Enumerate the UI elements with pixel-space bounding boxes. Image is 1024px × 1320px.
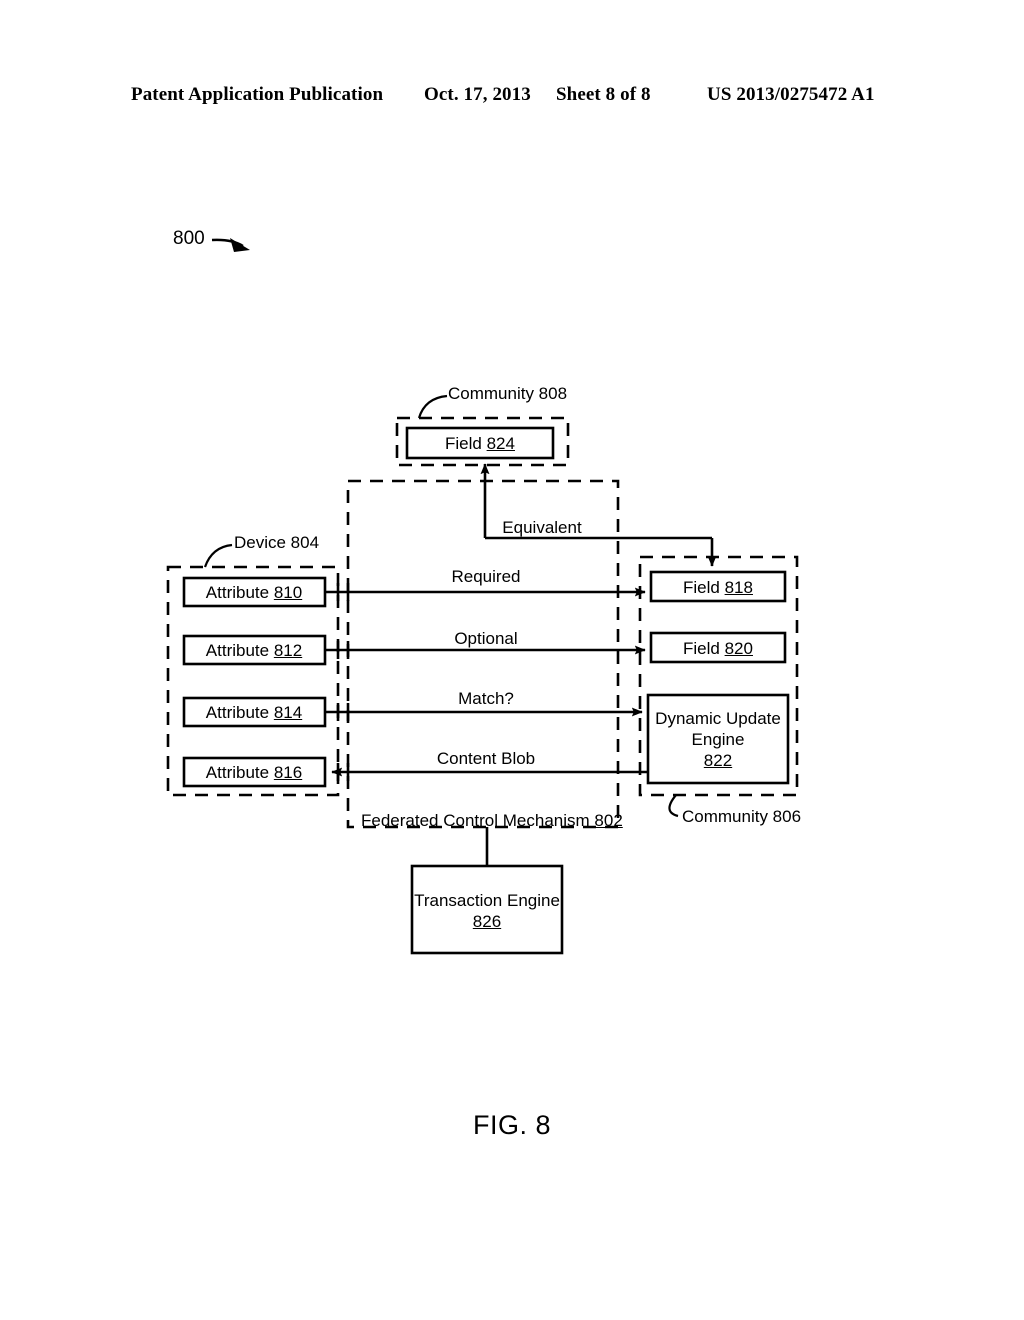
transaction-engine-826-number: 826 [472,912,502,931]
field-824-label: Field 824 [445,434,515,453]
optional-connector-label: Optional [454,629,518,648]
reference-numeral-800: 800 [173,228,205,249]
equivalent-connector-label: Equivalent [502,518,582,537]
attribute-810-label: Attribute 810 [205,583,303,602]
attribute-816-label: Attribute 816 [205,763,303,782]
figure-caption: FIG. 8 [472,1110,551,1140]
device-804-label: Device 804 [234,533,320,552]
dynamic-update-engine-822-line1: Dynamic Update [655,709,781,728]
required-connector-label: Required [451,567,521,586]
transaction-engine-826-label: Transaction Engine 826 [414,890,560,932]
attribute-814-label: Attribute 814 [205,703,303,722]
attribute-812-label: Attribute 812 [205,641,303,660]
transaction-engine-826-line1: Transaction Engine [414,891,560,910]
dynamic-update-engine-822-line2: Engine [691,730,745,749]
field-818-label: Field 818 [683,578,753,597]
content-blob-connector-label: Content Blob [436,749,536,768]
reference-800-leader [211,238,250,252]
dynamic-update-engine-822-number: 822 [703,751,733,770]
field-820-label: Field 820 [683,639,753,658]
equivalent-connector [480,463,717,567]
dynamic-update-engine-822-label: Dynamic Update Engine 822 [655,708,781,771]
community-808-label: Community 808 [448,384,568,403]
community-806-label: Community 806 [682,807,802,826]
federated-control-mechanism-802-label: Federated Control Mechanism 802 [361,811,623,830]
match-connector-label: Match? [458,689,514,708]
